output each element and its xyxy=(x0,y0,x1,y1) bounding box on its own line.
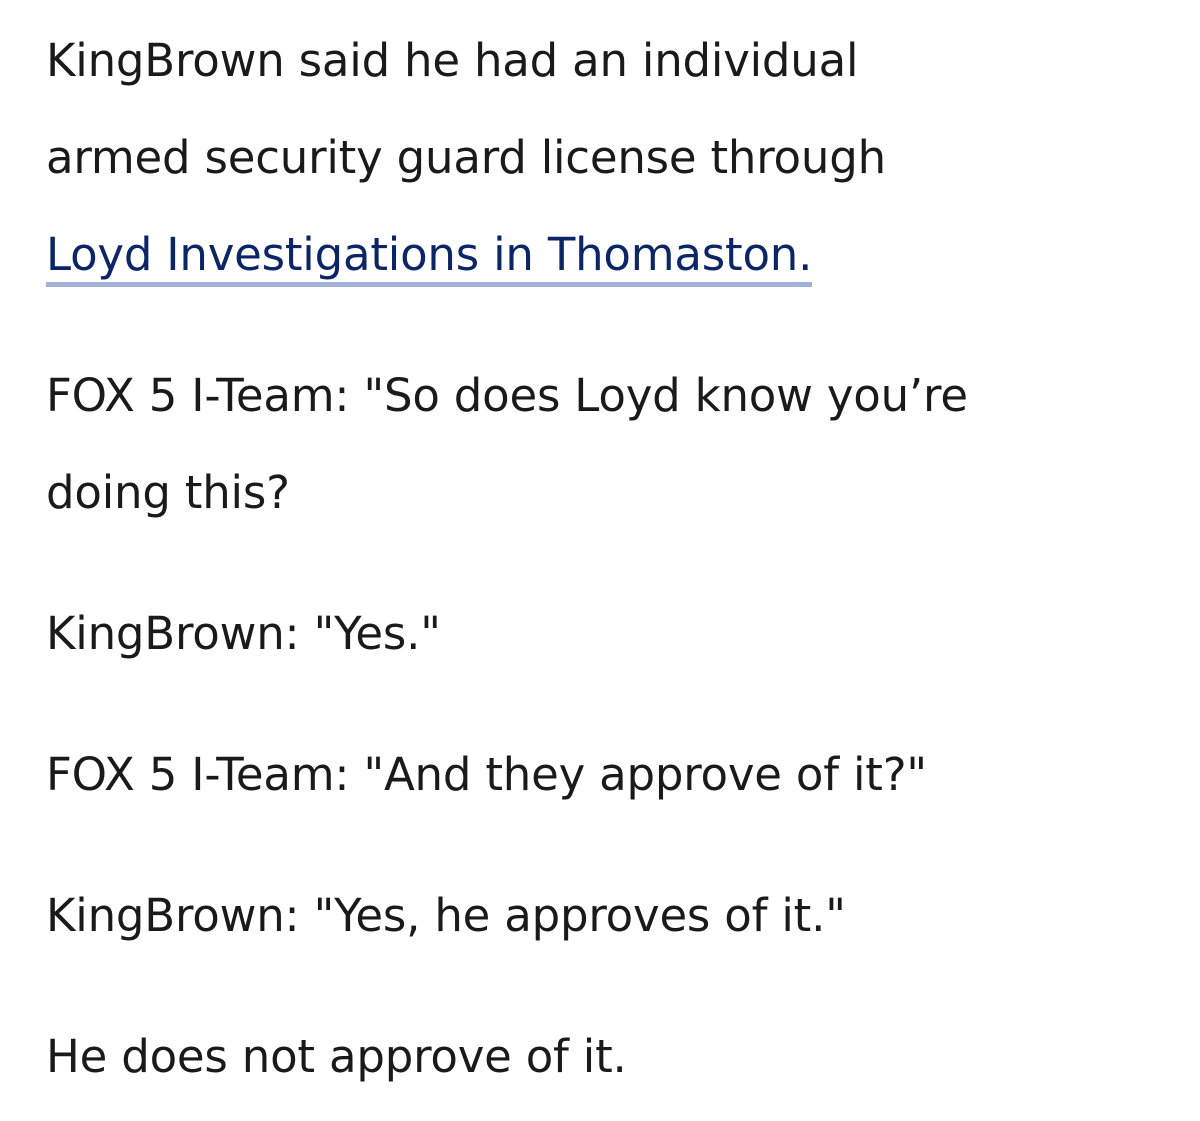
intro-line-3: Loyd Investigations in Thomaston. xyxy=(46,206,1186,303)
closing-paragraph: He does not approve of it. xyxy=(46,1030,627,1083)
loyd-investigations-link[interactable]: Loyd Investigations in Thomaston. xyxy=(46,228,812,287)
question-1-paragraph: FOX 5 I-Team: "So does Loyd know you’re … xyxy=(46,347,1186,541)
article-body: KingBrown said he had an individual arme… xyxy=(46,12,1186,1105)
intro-paragraph: KingBrown said he had an individual arme… xyxy=(46,12,1186,303)
question-2-paragraph: FOX 5 I-Team: "And they approve of it?" xyxy=(46,748,927,801)
answer-1-paragraph: KingBrown: "Yes." xyxy=(46,607,441,660)
question-1-line-1: FOX 5 I-Team: "So does Loyd know you’re xyxy=(46,369,968,422)
question-1-line-2: doing this? xyxy=(46,466,290,519)
answer-2-paragraph: KingBrown: "Yes, he approves of it." xyxy=(46,889,846,942)
intro-line-1: KingBrown said he had an individual xyxy=(46,34,859,87)
intro-line-2: armed security guard license through xyxy=(46,131,886,184)
